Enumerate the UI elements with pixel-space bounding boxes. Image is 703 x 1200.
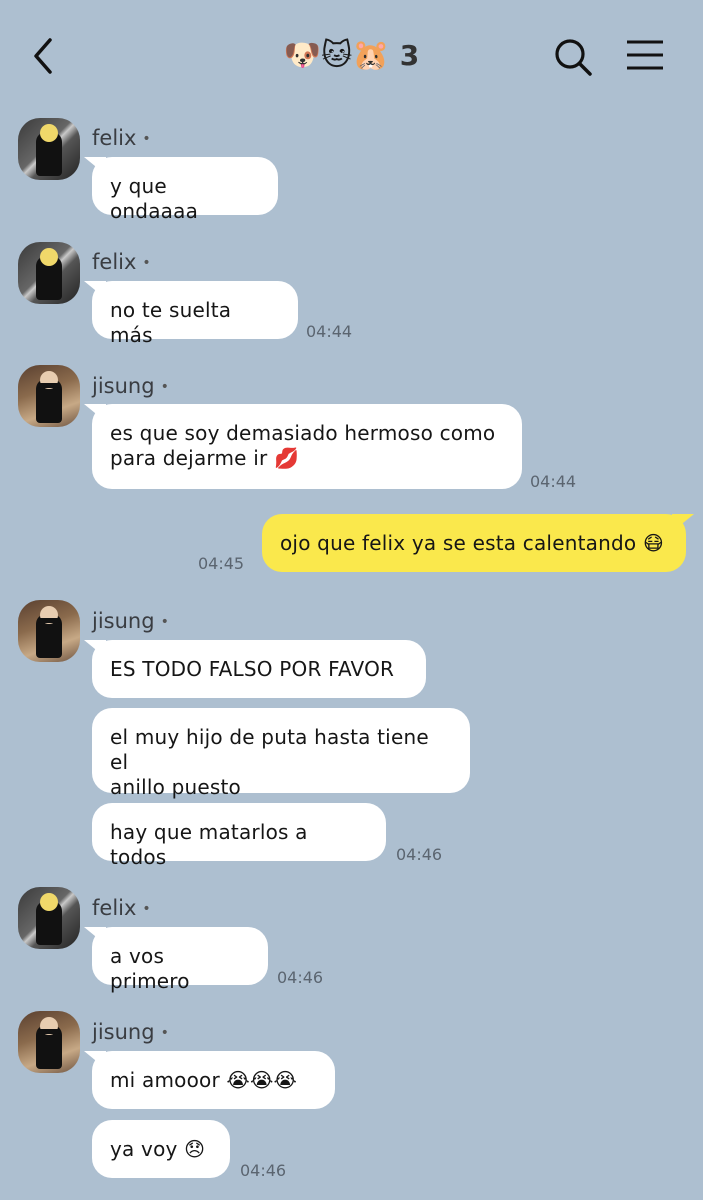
message-timestamp: 04:46	[240, 1161, 287, 1180]
message-timestamp: 04:46	[396, 845, 443, 864]
sender-name: jisung	[92, 609, 155, 633]
sender-name-jisung: jisung •	[92, 1018, 169, 1047]
message-bubble[interactable]: no te suelta más	[92, 281, 298, 347]
sender-name-jisung: jisung •	[92, 372, 169, 401]
message-text-line: para dejarme ir 💋	[110, 446, 300, 470]
sender-name: felix	[92, 126, 137, 150]
sender-dot: •	[160, 379, 169, 395]
avatar-jisung[interactable]	[18, 1011, 80, 1073]
message-text: mi amooor 😭😭😭	[110, 1068, 298, 1092]
message-text-line: es que soy demasiado hermoso como	[110, 421, 496, 445]
hamburger-menu-icon	[627, 40, 663, 70]
search-button[interactable]	[552, 36, 594, 78]
sender-name-felix: felix •	[92, 248, 151, 277]
avatar-jisung[interactable]	[18, 600, 80, 662]
sender-dot: •	[142, 255, 151, 271]
message-bubble[interactable]: mi amooor 😭😭😭	[92, 1051, 335, 1109]
chat-title-emojis: 🐶🐱🐹	[283, 38, 390, 73]
message-bubble[interactable]: hay que matarlos a todos	[92, 803, 386, 869]
sender-name: felix	[92, 896, 137, 920]
message-text: ES TODO FALSO POR FAVOR	[110, 657, 395, 681]
sender-name-felix: felix •	[92, 124, 151, 153]
member-count: 3	[399, 39, 420, 72]
message-timestamp: 04:45	[198, 554, 245, 573]
chat-header: 🐶🐱🐹 3	[0, 0, 703, 110]
sender-dot: •	[142, 901, 151, 917]
message-text: a vos primero	[110, 944, 190, 993]
message-bubble[interactable]: es que soy demasiado hermoso como para d…	[92, 404, 522, 489]
message-timestamp: 04:44	[530, 472, 577, 491]
message-bubble[interactable]: a vos primero	[92, 927, 268, 993]
menu-button[interactable]	[624, 38, 666, 72]
sender-name-felix: felix •	[92, 894, 151, 923]
message-text: y que ondaaaa	[110, 174, 199, 223]
sender-dot: •	[142, 131, 151, 147]
avatar-jisung[interactable]	[18, 365, 80, 427]
avatar-felix[interactable]	[18, 118, 80, 180]
message-text-line: el muy hijo de puta hasta tiene el	[110, 725, 429, 774]
message-text: hay que matarlos a todos	[110, 820, 308, 869]
sender-dot: •	[160, 614, 169, 630]
message-bubble[interactable]: ya voy 😞	[92, 1120, 230, 1178]
message-text-line: anillo puesto	[110, 775, 241, 799]
sender-name: jisung	[92, 1020, 155, 1044]
my-message-bubble[interactable]: ojo que felix ya se esta calentando 😷	[262, 514, 686, 572]
avatar-felix[interactable]	[18, 887, 80, 949]
sender-dot: •	[160, 1025, 169, 1041]
message-text: ya voy 😞	[110, 1137, 206, 1161]
search-icon	[555, 39, 592, 76]
avatar-felix[interactable]	[18, 242, 80, 304]
sender-name: jisung	[92, 374, 155, 398]
message-text: ojo que felix ya se esta calentando 😷	[280, 531, 664, 555]
message-bubble[interactable]: ES TODO FALSO POR FAVOR	[92, 640, 426, 698]
message-bubble[interactable]: el muy hijo de puta hasta tiene el anill…	[92, 708, 470, 799]
chat-title[interactable]: 🐶🐱🐹 3	[0, 36, 703, 76]
message-text: no te suelta más	[110, 298, 232, 347]
message-bubble[interactable]: y que ondaaaa	[92, 157, 278, 223]
sender-name-jisung: jisung •	[92, 607, 169, 636]
message-timestamp: 04:46	[277, 968, 324, 987]
message-timestamp: 04:44	[306, 322, 353, 341]
sender-name: felix	[92, 250, 137, 274]
